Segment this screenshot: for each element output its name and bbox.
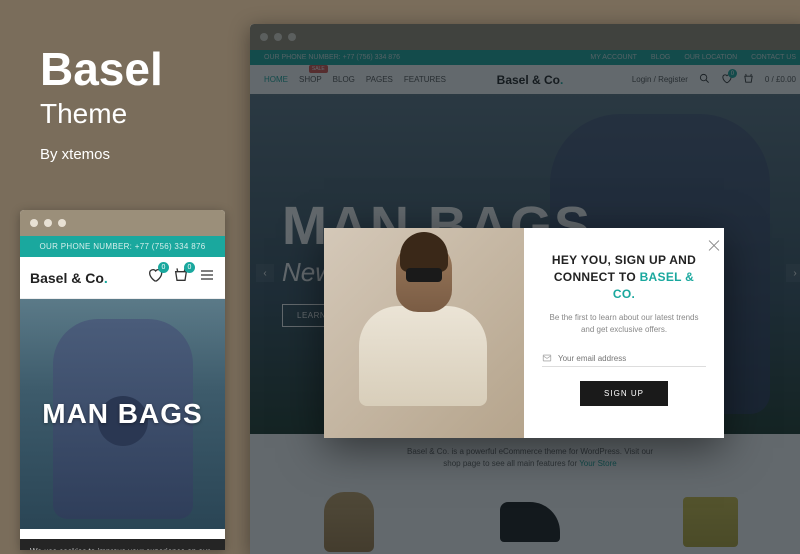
wishlist-icon[interactable]: 0 [721,73,732,86]
main-nav: HOME SHOP BLOG PAGES FEATURES Basel & Co… [250,65,800,94]
my-account-link[interactable]: MY ACCOUNT [590,54,637,61]
theme-title: Basel [40,46,220,92]
announce-bar: OUR PHONE NUMBER: +77 (756) 334 876 [20,236,225,257]
product-row [250,482,800,554]
menu-icon[interactable] [199,267,215,288]
cart-text[interactable]: 0 / £0.00 [765,75,796,84]
logo[interactable]: Basel & Co. [497,73,564,87]
search-icon[interactable] [699,73,710,86]
cookie-notice: We use cookies to improve your experienc… [20,539,225,550]
nav-home[interactable]: HOME [264,75,288,84]
theme-byline: By xtemos [40,146,220,163]
window-controls [20,210,225,236]
email-input[interactable] [558,354,706,363]
window-controls [250,24,800,50]
mobile-preview: OUR PHONE NUMBER: +77 (756) 334 876 Base… [20,210,225,550]
contact-link[interactable]: CONTACT US [751,54,796,61]
announce-bar: OUR PHONE NUMBER: +77 (756) 334 876 MY A… [250,50,800,65]
login-link[interactable]: Login / Register [632,75,688,84]
wishlist-badge: 0 [158,262,169,273]
product-card[interactable] [625,482,796,554]
cart-icon[interactable] [743,73,754,86]
signup-modal: HEY YOU, SIGN UP AND CONNECT TO BASEL & … [324,228,724,438]
product-card[interactable] [445,482,616,554]
prev-arrow-icon[interactable]: ‹ [256,264,274,282]
email-field-wrapper [542,350,706,367]
wishlist-icon[interactable]: 0 [147,267,163,288]
mail-icon [542,353,552,363]
product-card[interactable] [264,482,435,554]
cart-badge: 0 [184,262,195,273]
location-link[interactable]: OUR LOCATION [684,54,737,61]
modal-image [324,228,524,438]
mobile-header: Basel & Co. 0 0 [20,257,225,299]
mobile-hero: MAN BAGS [20,299,225,529]
cart-icon[interactable]: 0 [173,267,189,288]
theme-subtitle: Theme [40,98,220,130]
close-icon[interactable] [700,238,714,252]
your-store-link[interactable]: Your Store [579,459,617,468]
blog-link[interactable]: BLOG [651,54,670,61]
nav-shop[interactable]: SHOP [299,75,322,84]
modal-subtext: Be the first to learn about our latest t… [542,312,706,336]
store-description: Basel & Co. is a powerful eCommerce them… [250,434,800,482]
next-arrow-icon[interactable]: › [786,264,800,282]
hero-title: MAN BAGS [42,398,202,430]
nav-features[interactable]: FEATURES [404,75,446,84]
nav-pages[interactable]: PAGES [366,75,393,84]
logo[interactable]: Basel & Co. [30,270,108,286]
nav-blog[interactable]: BLOG [333,75,355,84]
modal-heading: HEY YOU, SIGN UP AND CONNECT TO BASEL & … [542,252,706,302]
theme-info: Basel Theme By xtemos [40,46,220,163]
signup-button[interactable]: SIGN UP [580,381,668,406]
